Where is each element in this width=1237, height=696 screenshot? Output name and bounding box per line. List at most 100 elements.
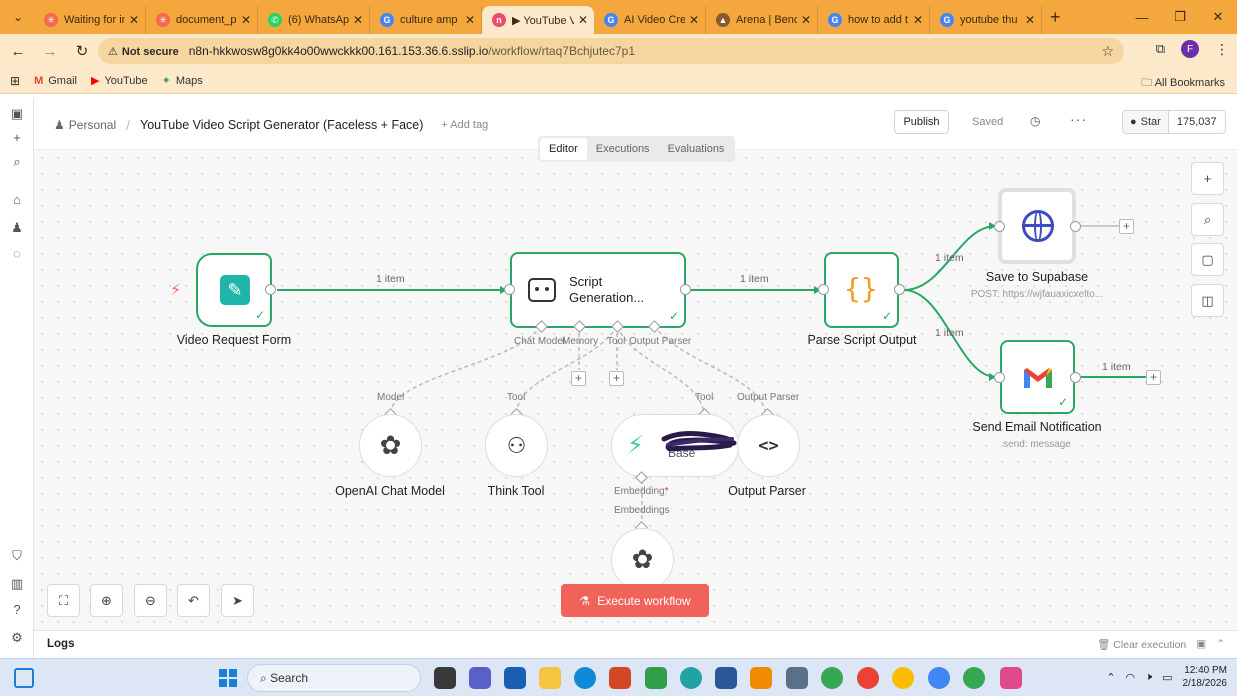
wifi-icon[interactable]: ◠ xyxy=(1126,671,1136,684)
home-icon[interactable]: ⌂ xyxy=(9,192,25,208)
workflow-name[interactable]: YouTube Video Script Generator (Faceless… xyxy=(140,118,423,132)
globe-app-icon[interactable] xyxy=(680,667,702,689)
widgets-icon[interactable] xyxy=(14,668,34,688)
lock-app-icon[interactable] xyxy=(645,667,667,689)
task-view-icon[interactable] xyxy=(434,667,456,689)
node-video-request-form[interactable]: ✎ ✓ xyxy=(196,253,272,327)
tab-close-icon[interactable]: ✕ xyxy=(689,13,699,27)
toggle-panel-button[interactable]: ◫ xyxy=(1191,284,1224,317)
github-star-widget[interactable]: ● Star 175,037 xyxy=(1122,110,1226,134)
tab-search-chevron-icon[interactable]: ⌄ xyxy=(6,5,30,29)
form-output-port[interactable] xyxy=(265,284,276,295)
add-memory-plus-button[interactable]: + xyxy=(571,371,586,386)
node-send-email-notification[interactable]: ✓ xyxy=(1000,340,1075,414)
word-icon[interactable] xyxy=(715,667,737,689)
sticky-note-button[interactable]: ▢ xyxy=(1191,243,1224,276)
chrome-icon[interactable] xyxy=(821,667,843,689)
vlc-icon[interactable] xyxy=(750,667,772,689)
publish-button[interactable]: Publish xyxy=(894,110,949,134)
browser-tab[interactable]: Gculture amp ✕ xyxy=(370,6,482,34)
expand-chevron-icon[interactable]: ⌃ xyxy=(1216,638,1225,651)
tab-executions[interactable]: Executions xyxy=(587,138,659,160)
extensions-puzzle-icon[interactable]: ⧉ xyxy=(1156,41,1165,57)
chrome-profile-icon-1[interactable] xyxy=(857,667,879,689)
project-link[interactable]: Personal xyxy=(69,118,116,132)
tab-close-icon[interactable]: ✕ xyxy=(801,13,811,27)
templates-icon[interactable]: ⛉ xyxy=(9,548,25,564)
not-secure-badge[interactable]: ⚠ Not secure xyxy=(108,45,179,58)
tab-evaluations[interactable]: Evaluations xyxy=(659,138,734,160)
execute-workflow-button[interactable]: ⚗ Execute workflow xyxy=(561,584,709,617)
browser-tab[interactable]: ✆ (6) WhatsApp ✕ xyxy=(258,6,370,34)
fit-view-button[interactable]: ⛶ xyxy=(47,584,80,617)
edge-icon[interactable] xyxy=(574,667,596,689)
browser-tab[interactable]: Ghow to add t ✕ xyxy=(818,6,930,34)
chat-icon[interactable]: ◌ xyxy=(9,246,25,262)
node-script-generation-agent[interactable]: Script Generation... ✓ xyxy=(510,252,686,328)
logs-panel[interactable]: Logs 🗑 Clear execution ▣ ⌃ xyxy=(34,630,1237,658)
tab-editor[interactable]: Editor xyxy=(540,138,587,160)
chrome-profile-icon-4[interactable] xyxy=(963,667,985,689)
node-openai-chat-model[interactable]: ✿ xyxy=(359,414,422,477)
chrome-profile-icon-3[interactable] xyxy=(928,667,950,689)
supabase-add-next-button[interactable]: + xyxy=(1119,219,1134,234)
forward-arrow-icon[interactable]: → xyxy=(36,43,64,60)
search-icon[interactable]: ⌕ xyxy=(9,154,25,170)
undo-button[interactable]: ↶ xyxy=(177,584,210,617)
settings-gear-icon[interactable]: ⚙ xyxy=(9,630,25,646)
agent-output-port[interactable] xyxy=(680,284,691,295)
zoom-out-button[interactable]: ⊖ xyxy=(134,584,167,617)
node-openai-embeddings[interactable]: ✿ xyxy=(611,528,674,591)
node-vector-store-tool[interactable]: ⚡ Base xyxy=(611,414,739,477)
minimize-icon[interactable]: — xyxy=(1123,0,1161,34)
powerpoint-icon[interactable] xyxy=(609,667,631,689)
monitor-app-icon[interactable] xyxy=(786,667,808,689)
tab-close-icon[interactable]: ✕ xyxy=(465,13,475,27)
pop-out-icon[interactable]: ▣ xyxy=(1196,638,1206,651)
chrome-profile-icon-2[interactable] xyxy=(892,667,914,689)
parse-input-port[interactable] xyxy=(818,284,829,295)
tab-close-icon[interactable]: ✕ xyxy=(578,13,588,27)
browser-tab[interactable]: ✳ Waiting for in ✕ xyxy=(34,6,146,34)
tidy-up-cursor-button[interactable]: ➤ xyxy=(221,584,254,617)
add-node-button[interactable]: + xyxy=(1191,162,1224,195)
back-arrow-icon[interactable]: ← xyxy=(4,43,32,60)
gmail-output-port[interactable] xyxy=(1070,372,1081,383)
more-options-icon[interactable]: ··· xyxy=(1070,111,1087,127)
teams-icon[interactable] xyxy=(469,667,491,689)
node-save-to-supabase[interactable] xyxy=(998,188,1076,264)
clear-execution-button[interactable]: 🗑 Clear execution xyxy=(1097,638,1186,651)
profile-avatar[interactable]: F xyxy=(1181,40,1199,58)
taskbar-search[interactable]: ⌕ Search xyxy=(247,664,421,692)
battery-icon[interactable]: ▭ xyxy=(1162,671,1172,684)
browser-tab[interactable]: G AI Video Cre ✕ xyxy=(594,6,706,34)
tab-close-icon[interactable]: ✕ xyxy=(241,13,251,27)
apps-grid-icon[interactable]: ⊞ xyxy=(10,74,20,88)
windows-start-icon[interactable] xyxy=(219,669,237,687)
zoom-in-button[interactable]: ⊕ xyxy=(90,584,123,617)
node-parse-script-output[interactable]: {} ✓ xyxy=(824,252,899,328)
volume-icon[interactable]: 🕨 xyxy=(1145,671,1152,684)
tab-close-icon[interactable]: ✕ xyxy=(353,13,363,27)
browser-tab[interactable]: ✳ document_p ✕ xyxy=(146,6,258,34)
insights-chart-icon[interactable]: ▥ xyxy=(9,576,25,592)
gmail-add-next-button[interactable]: + xyxy=(1146,370,1161,385)
parse-output-port[interactable] xyxy=(894,284,905,295)
bookmark-maps[interactable]: ✦ Maps xyxy=(162,74,203,88)
search-nodes-button[interactable]: ⌕ xyxy=(1191,203,1224,236)
personal-user-icon[interactable]: ♟ xyxy=(9,220,25,236)
clock[interactable]: 12:40 PM 2/18/2026 xyxy=(1183,664,1228,690)
gmail-input-port[interactable] xyxy=(994,372,1005,383)
close-window-icon[interactable]: ✕ xyxy=(1199,0,1237,34)
reload-icon[interactable]: ↻ xyxy=(68,42,96,60)
bookmark-youtube[interactable]: ▶ YouTube xyxy=(91,74,148,88)
collapse-sidebar-icon[interactable]: ▣ xyxy=(9,106,25,122)
browser-tab[interactable]: ▲ Arena | Bench ✕ xyxy=(706,6,818,34)
tab-close-icon[interactable]: ✕ xyxy=(1025,13,1035,27)
tab-close-icon[interactable]: ✕ xyxy=(129,13,139,27)
address-bar[interactable]: ⚠ Not secure n8n-hkkwosw8g0kk4o00wwckkk00… xyxy=(98,38,1124,64)
supabase-input-port[interactable] xyxy=(994,221,1005,232)
agent-input-port[interactable] xyxy=(504,284,515,295)
history-icon[interactable]: ◷ xyxy=(1030,114,1040,128)
supabase-output-port[interactable] xyxy=(1070,221,1081,232)
